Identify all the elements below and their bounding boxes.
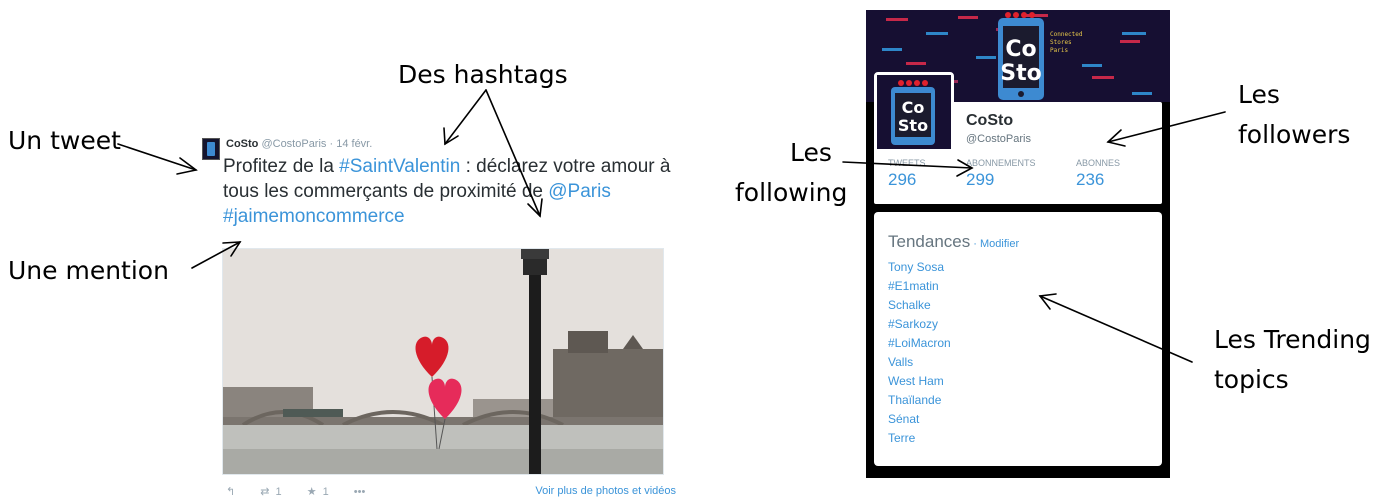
annotation-arrows: [117, 89, 1226, 363]
arrow-hashtag-2: [485, 89, 541, 217]
arrow-followers: [1107, 111, 1226, 143]
arrow-mention: [191, 241, 241, 269]
arrow-un-tweet: [117, 143, 197, 171]
arrow-hashtag-1: [444, 89, 487, 145]
arrow-trending: [1039, 295, 1193, 363]
arrow-following: [842, 161, 973, 169]
